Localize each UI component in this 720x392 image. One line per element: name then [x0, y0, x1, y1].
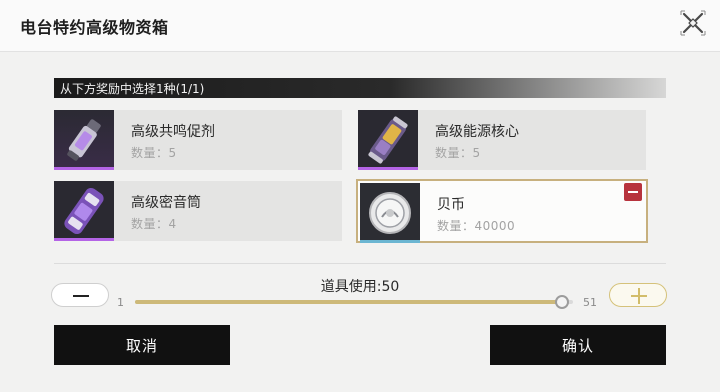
increase-button[interactable]: [609, 283, 667, 307]
dialog-header: 电台特约高级物资箱: [0, 0, 720, 52]
item-name: 高级密音筒: [131, 195, 201, 211]
reward-card-resonance-catalyst[interactable]: 高级共鸣促剂 数量：5: [54, 110, 342, 170]
close-x-icon: [680, 10, 706, 36]
reward-card-shell-credit[interactable]: 贝币 数量：40000: [356, 179, 648, 243]
item-thumbnail: [54, 181, 114, 241]
reward-card-sound-tube[interactable]: 高级密音筒 数量：4: [54, 181, 342, 241]
quantity-slider-fill: [135, 300, 565, 304]
rarity-bar: [54, 167, 114, 170]
rarity-bar: [360, 240, 420, 243]
rarity-bar: [54, 238, 114, 241]
selection-header-label: 从下方奖励中选择1种(1/1): [60, 82, 205, 96]
decrease-button[interactable]: [51, 283, 109, 307]
rarity-bar: [358, 167, 418, 170]
item-quantity: 数量：5: [131, 146, 177, 160]
item-thumbnail: [360, 183, 420, 243]
close-button[interactable]: [676, 6, 710, 40]
quantity-slider-track[interactable]: [135, 300, 573, 304]
energy-cell-icon: [358, 110, 418, 170]
item-quantity: 数量：40000: [437, 219, 516, 233]
item-name: 高级共鸣促剂: [131, 124, 215, 140]
item-thumbnail: [54, 110, 114, 170]
cancel-button[interactable]: 取消: [54, 325, 230, 365]
sound-tube-icon: [54, 181, 114, 241]
item-thumbnail: [358, 110, 418, 170]
dialog-title: 电台特约高级物资箱: [20, 18, 169, 37]
reward-dialog: 电台特约高级物资箱 从下方奖励中选择1种(1/1) 高级共鸣促剂 数量：5 高级…: [0, 0, 720, 392]
confirm-button[interactable]: 确认: [490, 325, 666, 365]
remove-selection-button[interactable]: [624, 183, 642, 201]
item-name: 贝币: [437, 197, 465, 213]
vial-icon: [54, 110, 114, 170]
selection-header-bar: 从下方奖励中选择1种(1/1): [54, 78, 666, 98]
slider-max-label: 51: [583, 296, 597, 309]
divider: [54, 263, 666, 264]
quantity-slider-handle[interactable]: [555, 295, 570, 309]
coin-icon: [360, 183, 420, 243]
item-quantity: 数量：4: [131, 217, 177, 231]
reward-card-energy-core[interactable]: 高级能源核心 数量：5: [358, 110, 646, 170]
item-name: 高级能源核心: [435, 124, 519, 140]
item-quantity: 数量：5: [435, 146, 481, 160]
usage-label: 道具使用:50: [320, 279, 400, 295]
slider-min-label: 1: [117, 296, 124, 309]
